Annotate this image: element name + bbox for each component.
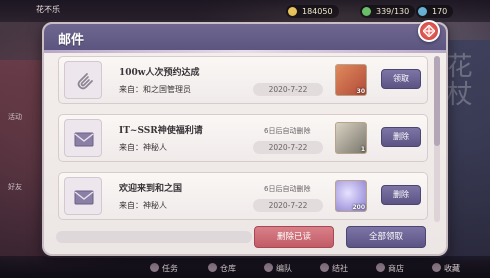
mail-item[interactable]: 100w人次预约达成 来自：和之国管理员 2020-7-22 30 领取 (58, 56, 428, 104)
scrollbar-thumb[interactable] (434, 56, 440, 146)
mail-dialog-header: 邮件 (44, 24, 446, 53)
stamina-icon (362, 7, 371, 16)
delete-read-button[interactable]: 删除已读 (254, 226, 334, 248)
claim-button[interactable]: 领取 (381, 69, 421, 89)
mail-sender: 来自：神秘人 (119, 201, 167, 210)
bottom-nav: 任务 仓库 编队 结社 商店 收藏 (0, 256, 490, 278)
guild-icon (320, 263, 329, 272)
shop-icon (376, 263, 385, 272)
nav-task[interactable]: 任务 (150, 263, 178, 274)
team-icon (264, 263, 273, 272)
paperclip-icon (64, 61, 102, 99)
close-button[interactable] (418, 20, 440, 42)
warehouse-icon (208, 263, 217, 272)
nav-collection[interactable]: 收藏 (432, 263, 460, 274)
stamina-counter: 339/130 (360, 5, 416, 18)
mail-date: 2020-7-22 (253, 199, 323, 212)
stamina-value: 339/130 (376, 7, 410, 16)
mail-date: 2020-7-22 (253, 141, 323, 154)
gold-value: 184050 (302, 7, 333, 16)
close-icon (423, 25, 435, 37)
top-hud: 花不乐 184050 339/130 170 (0, 0, 490, 22)
reward-item-icon[interactable]: 30 (335, 64, 367, 96)
reward-quantity: 30 (356, 88, 365, 95)
mail-item[interactable]: IT~SSR神使福利请 来自：神秘人 6日后自动删除 2020-7-22 1 删… (58, 114, 428, 162)
nav-guild[interactable]: 结社 (320, 263, 348, 274)
envelope-icon (64, 119, 102, 157)
player-name: 花不乐 (36, 5, 60, 14)
mail-date: 2020-7-22 (253, 83, 323, 96)
delete-button[interactable]: 删除 (381, 185, 421, 205)
mail-dialog: 邮件 100w人次预约达成 来自：和之国管理员 2020-7-22 30 领取 (42, 20, 448, 256)
nav-team[interactable]: 编队 (264, 263, 292, 274)
jade-counter: 170 (416, 5, 454, 18)
reward-item-icon[interactable]: 200 (335, 180, 367, 212)
nav-warehouse[interactable]: 仓库 (208, 263, 236, 274)
reward-quantity: 200 (352, 204, 365, 211)
gold-counter: 184050 (286, 5, 339, 18)
side-label-friends[interactable]: 好友 (8, 182, 22, 192)
envelope-icon (64, 177, 102, 215)
dialog-title: 邮件 (58, 33, 85, 48)
jade-value: 170 (432, 7, 448, 16)
collection-icon (432, 263, 441, 272)
gold-coin-icon (288, 7, 297, 16)
mail-item[interactable]: 欢迎来到和之国 来自：神秘人 6日后自动删除 2020-7-22 200 删除 (58, 172, 428, 220)
mail-list[interactable]: 100w人次预约达成 来自：和之国管理员 2020-7-22 30 领取 IT~… (58, 56, 428, 222)
reward-quantity: 1 (360, 146, 365, 153)
jade-icon (418, 7, 427, 16)
mail-sender: 来自：和之国管理员 (119, 85, 191, 94)
side-label-activity[interactable]: 活动 (8, 112, 22, 122)
auto-delete-note: 6日后自动删除 (264, 185, 311, 193)
footer-divider (56, 231, 252, 243)
claim-all-button[interactable]: 全部领取 (346, 226, 426, 248)
task-icon (150, 263, 159, 272)
mail-title: 欢迎来到和之国 (119, 184, 183, 194)
mail-title: IT~SSR神使福利请 (119, 126, 203, 136)
delete-button[interactable]: 删除 (381, 127, 421, 147)
reward-item-icon[interactable]: 1 (335, 122, 367, 154)
mail-scrollbar[interactable] (434, 56, 440, 222)
nav-shop[interactable]: 商店 (376, 263, 404, 274)
auto-delete-note: 6日后自动删除 (264, 127, 311, 135)
mail-sender: 来自：神秘人 (119, 143, 167, 152)
mail-title: 100w人次预约达成 (119, 68, 200, 78)
